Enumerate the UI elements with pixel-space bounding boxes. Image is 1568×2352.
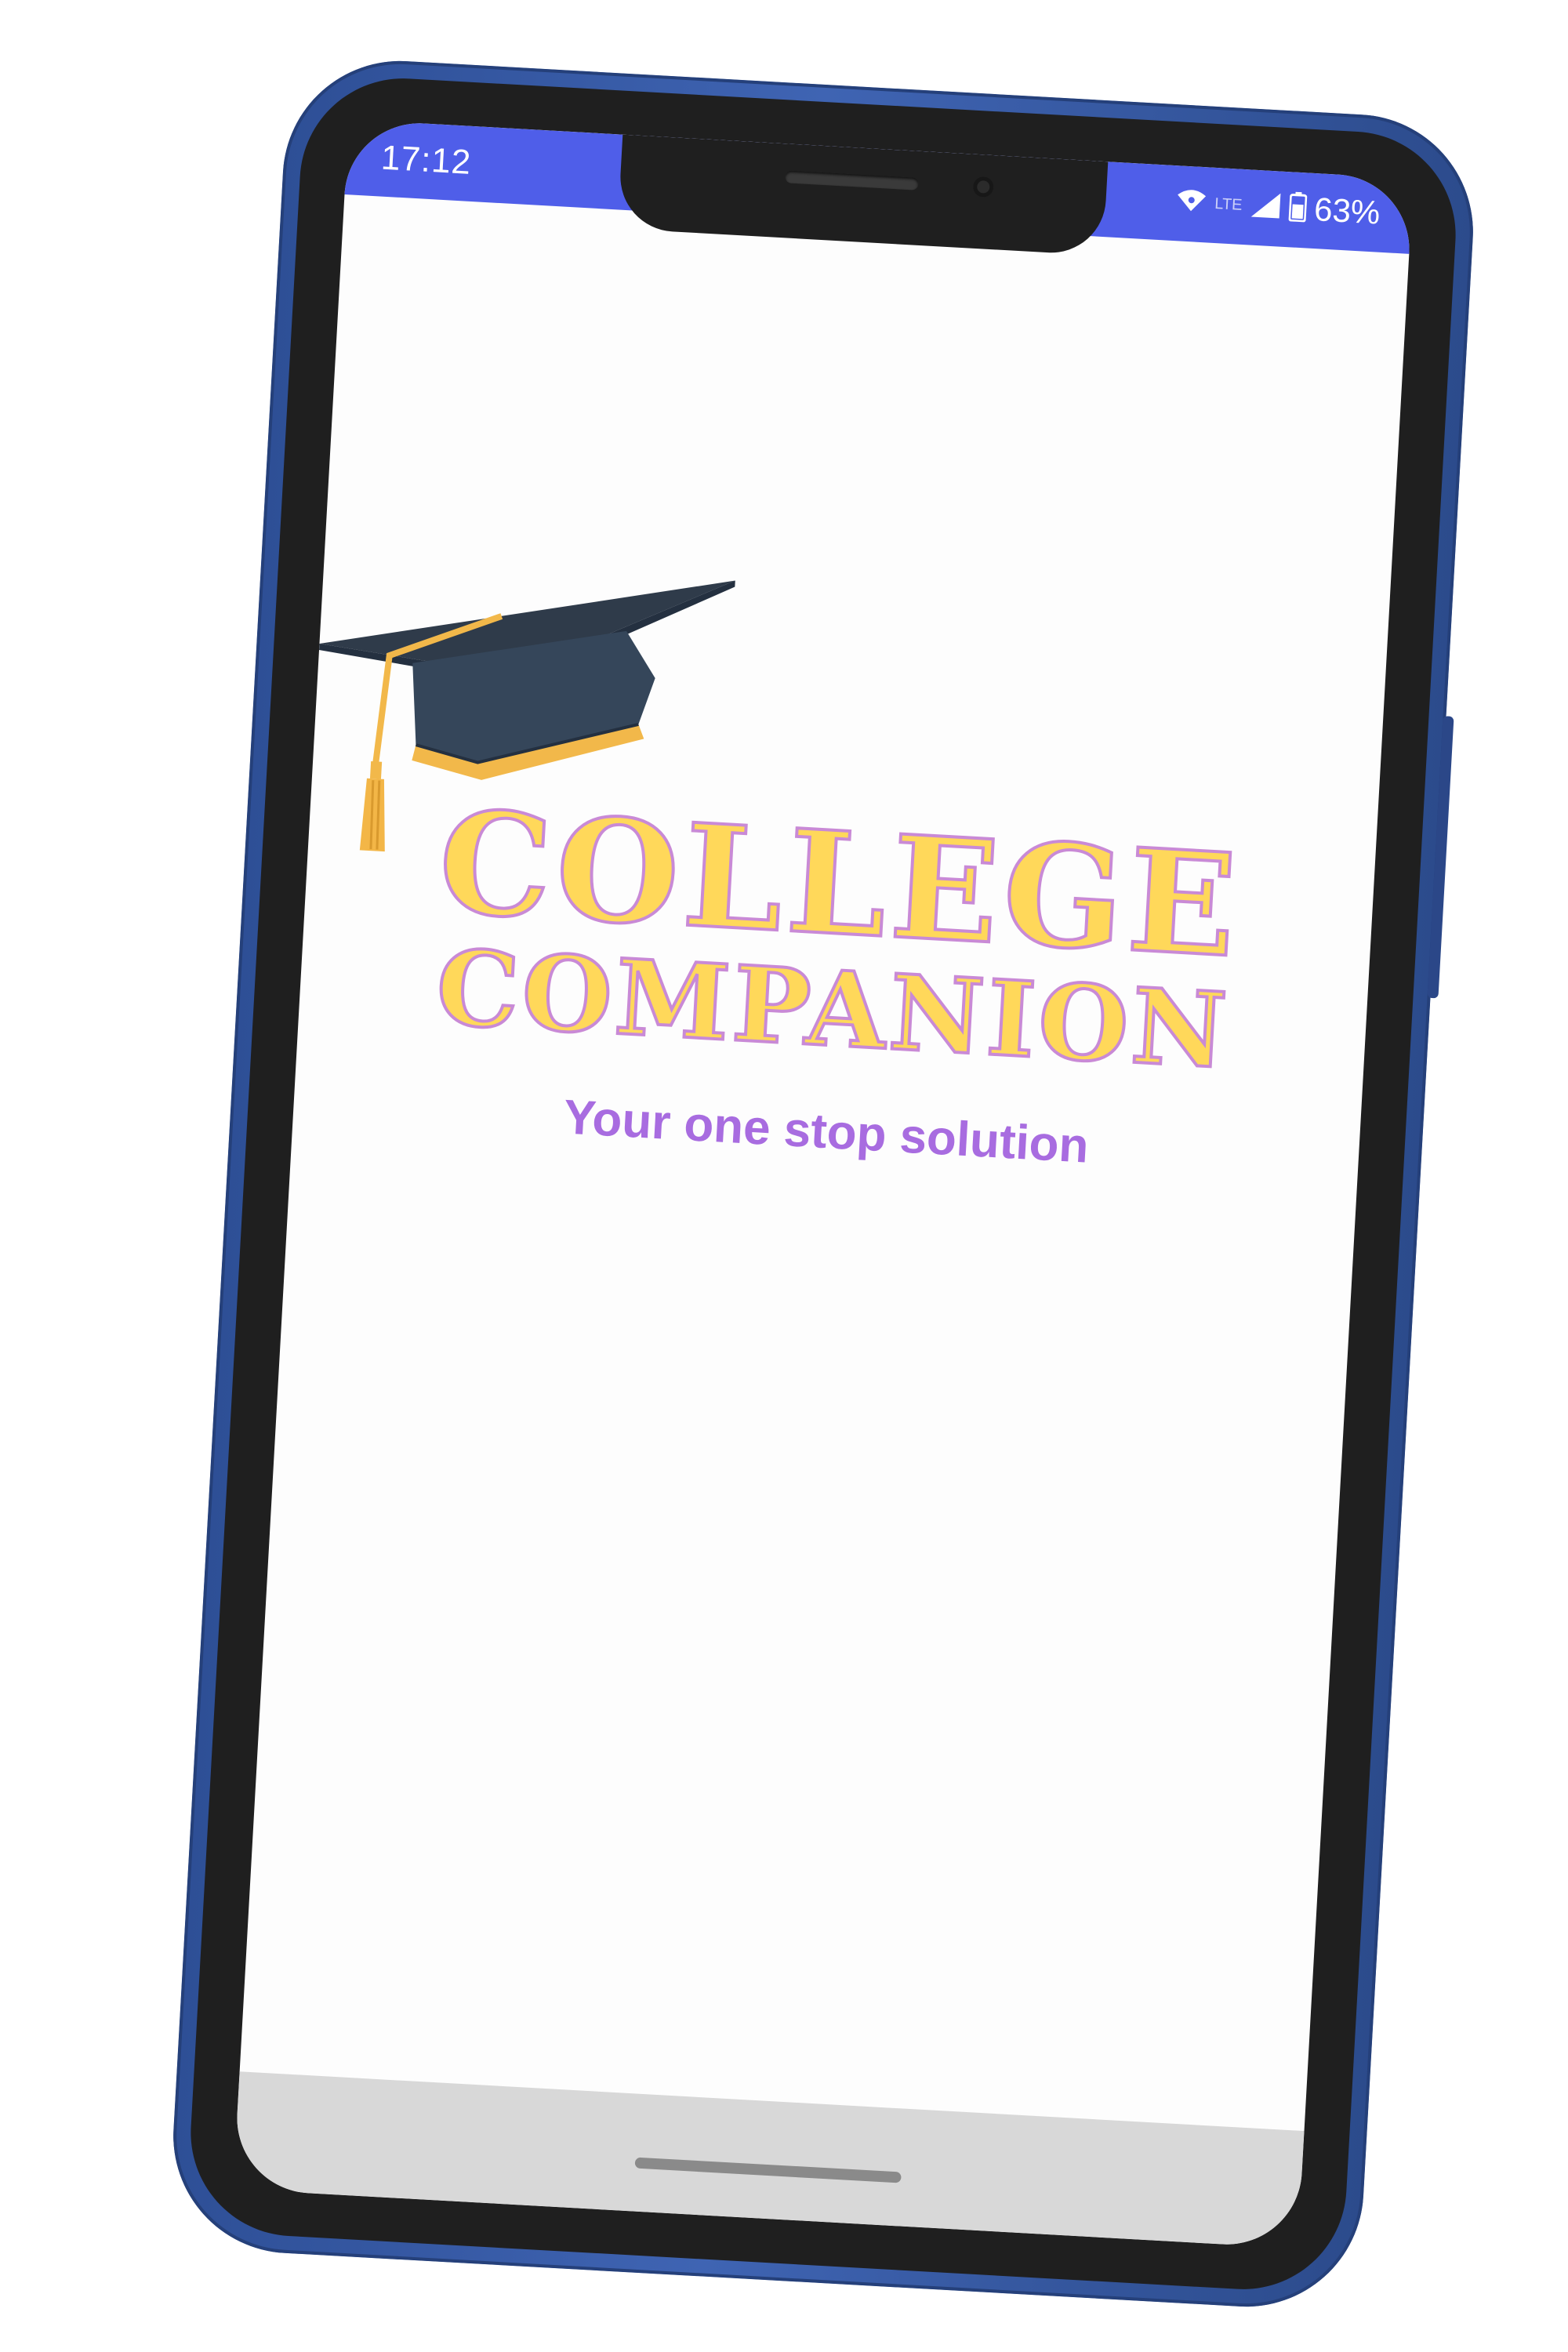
front-camera: [972, 176, 995, 198]
battery-percentage: 63%: [1313, 191, 1381, 231]
phone-mockup: 17:12 LTE 63% COLLEGE COMPANION Your one…: [167, 54, 1479, 2314]
status-icons: LTE 63%: [1174, 183, 1381, 232]
battery-icon: [1288, 191, 1308, 226]
home-indicator[interactable]: [634, 2157, 902, 2183]
earpiece-speaker: [785, 170, 919, 191]
app-tagline: Your one stop solution: [562, 1090, 1091, 1174]
navigation-bar: [233, 2071, 1305, 2249]
cellular-signal-icon: [1249, 190, 1282, 223]
app-title: COLLEGE COMPANION: [329, 778, 1345, 1094]
phone-notch: [617, 134, 1109, 256]
status-time: 17:12: [379, 138, 473, 182]
app-screen: 17:12 LTE 63% COLLEGE COMPANION Your one…: [233, 119, 1414, 2249]
phone-bezel: 17:12 LTE 63% COLLEGE COMPANION Your one…: [185, 72, 1461, 2296]
network-type-label: LTE: [1214, 194, 1243, 214]
app-logo: COLLEGE COMPANION Your one stop solution: [287, 526, 1391, 1290]
wifi-icon: [1174, 187, 1207, 219]
page: 17:12 LTE 63% COLLEGE COMPANION Your one…: [0, 0, 1568, 2352]
